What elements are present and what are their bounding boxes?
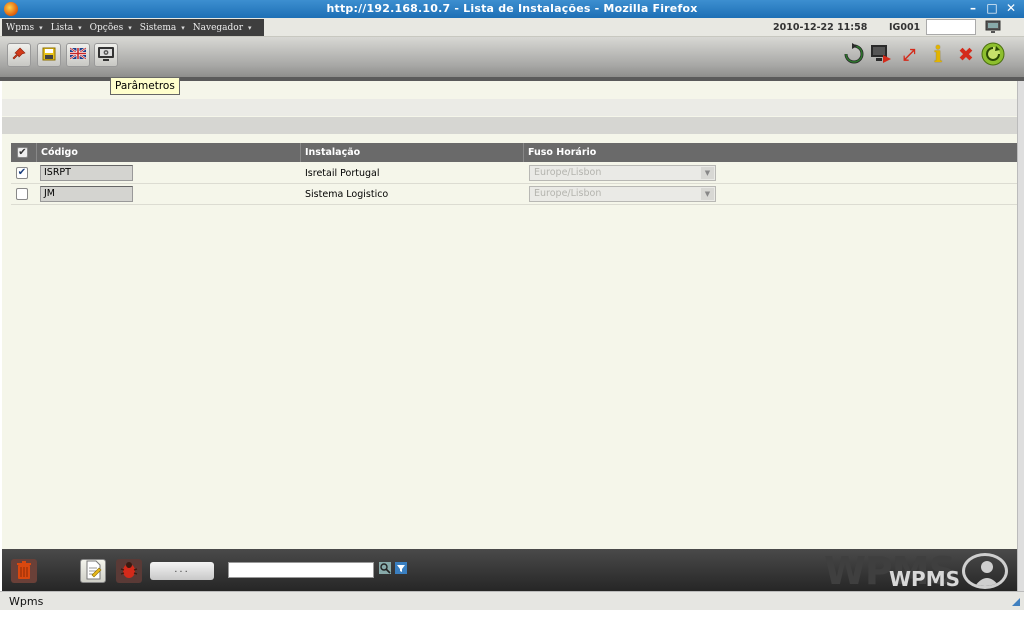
column-header-instalacao[interactable]: Instalação [300, 143, 523, 162]
status-text: Wpms [9, 595, 44, 608]
menu-label: Wpms [6, 22, 35, 33]
maximize-button[interactable]: □ [985, 1, 999, 15]
info-button[interactable]: i [927, 42, 949, 68]
dropdown-arrow-icon: ▼ [701, 188, 714, 200]
timezone-value: Europe/Lisbon [534, 167, 602, 178]
chevron-down-icon: ▾ [128, 23, 132, 32]
trash-icon [15, 560, 33, 583]
menu-navegador[interactable]: Navegador ▾ [193, 23, 252, 33]
menu-lista[interactable]: Lista ▾ [51, 23, 82, 33]
save-button[interactable] [37, 43, 61, 67]
menu-wpms[interactable]: Wpms ▾ [6, 23, 43, 33]
parameters-icon [97, 46, 115, 65]
exit-button[interactable] [981, 42, 1005, 69]
more-options-button[interactable]: ... [150, 562, 214, 580]
row-checkbox[interactable] [16, 188, 28, 200]
window-titlebar: http://192.168.10.7 - Lista de Instalaçõ… [0, 0, 1024, 18]
timezone-select[interactable]: Europe/Lisbon ▼ [529, 165, 716, 181]
refresh-icon [843, 42, 865, 68]
close-window-button[interactable]: ✕ [1004, 1, 1018, 15]
current-datetime: 2010-12-22 11:58 [773, 22, 868, 33]
resize-grip-icon[interactable] [1012, 598, 1020, 606]
select-all-cell: ✔ [11, 143, 36, 162]
save-icon [41, 46, 57, 65]
dropdown-arrow-icon: ▼ [701, 167, 714, 179]
bug-icon [120, 561, 138, 582]
new-document-button[interactable] [80, 559, 106, 583]
parameters-tooltip: Parâmetros [110, 77, 180, 95]
pin-icon [11, 46, 27, 65]
menu-label: Sistema [139, 22, 177, 33]
column-header-codigo[interactable]: Código [36, 143, 300, 162]
filter-band [2, 99, 1017, 116]
filter-icon[interactable] [395, 562, 407, 574]
footer-search-input[interactable] [228, 562, 374, 578]
document-edit-icon [84, 560, 102, 583]
chevron-down-icon: ▾ [39, 23, 43, 32]
code-field[interactable]: JM [40, 186, 133, 202]
desktop-area [0, 610, 1024, 640]
brand-text: WPMS [889, 567, 961, 591]
minimize-button[interactable]: – [966, 1, 980, 15]
vertical-scrollbar[interactable] [1017, 81, 1024, 591]
main-toolbar: ⤢ i ✖ [0, 37, 1024, 77]
search-icon[interactable] [379, 562, 391, 574]
column-header-fuso-horario[interactable]: Fuso Horário [523, 143, 1017, 162]
menu-label: Opções [89, 22, 124, 33]
row-checkbox[interactable]: ✔ [16, 167, 28, 179]
close-button[interactable]: ✖ [955, 44, 977, 66]
status-bar: Wpms [0, 591, 1024, 610]
window-title: http://192.168.10.7 - Lista de Instalaçõ… [326, 2, 698, 15]
menu-sistema[interactable]: Sistema ▾ [140, 23, 185, 33]
chevron-down-icon: ▾ [248, 23, 252, 32]
select-all-checkbox[interactable]: ✔ [17, 147, 28, 158]
pin-button[interactable] [7, 43, 31, 67]
main-menu: Wpms ▾ Lista ▾ Opções ▾ Sistema ▾ Navegador ▾ [2, 19, 264, 36]
user-field[interactable] [926, 19, 976, 35]
installation-name: Sistema Logistico [305, 189, 389, 200]
info-icon: i [933, 42, 943, 68]
export-icon [870, 43, 892, 68]
refresh-button[interactable] [843, 42, 865, 68]
exit-icon [981, 42, 1005, 69]
table-row[interactable]: JM Sistema Logistico Europe/Lisbon ▼ [11, 184, 1017, 205]
menu-bar: Wpms ▾ Lista ▾ Opções ▾ Sistema ▾ Navegador ▾… [0, 18, 1024, 37]
export-button[interactable] [870, 44, 892, 66]
code-field[interactable]: ISRPT [40, 165, 133, 181]
timezone-select[interactable]: Europe/Lisbon ▼ [529, 186, 716, 202]
chevron-down-icon: ▾ [181, 23, 185, 32]
table-row[interactable]: ✔ ISRPT Isretail Portugal Europe/Lisbon … [11, 163, 1017, 184]
expand-icon: ⤢ [902, 45, 916, 64]
chevron-down-icon: ▾ [78, 23, 82, 32]
expand-button[interactable]: ⤢ [898, 44, 920, 66]
brand-logo [962, 553, 1008, 589]
flag-icon [69, 46, 87, 65]
installation-name: Isretail Portugal [305, 168, 380, 179]
menu-label: Lista [50, 22, 74, 33]
footer-bar: WPMS WPMS ... [2, 549, 1017, 593]
monitor-icon[interactable] [985, 20, 1001, 34]
close-icon: ✖ [958, 44, 974, 66]
menu-opcoes[interactable]: Opções ▾ [90, 23, 132, 33]
section-band [2, 117, 1017, 134]
grid-header: ✔ Código Instalação Fuso Horário [11, 143, 1017, 162]
menu-label: Navegador [192, 22, 244, 33]
parameters-button[interactable] [94, 43, 118, 67]
flag-button[interactable] [66, 43, 90, 67]
user-code: IG001 [889, 22, 921, 33]
timezone-value: Europe/Lisbon [534, 188, 602, 199]
delete-button[interactable] [11, 559, 37, 583]
bug-report-button[interactable] [116, 559, 142, 583]
